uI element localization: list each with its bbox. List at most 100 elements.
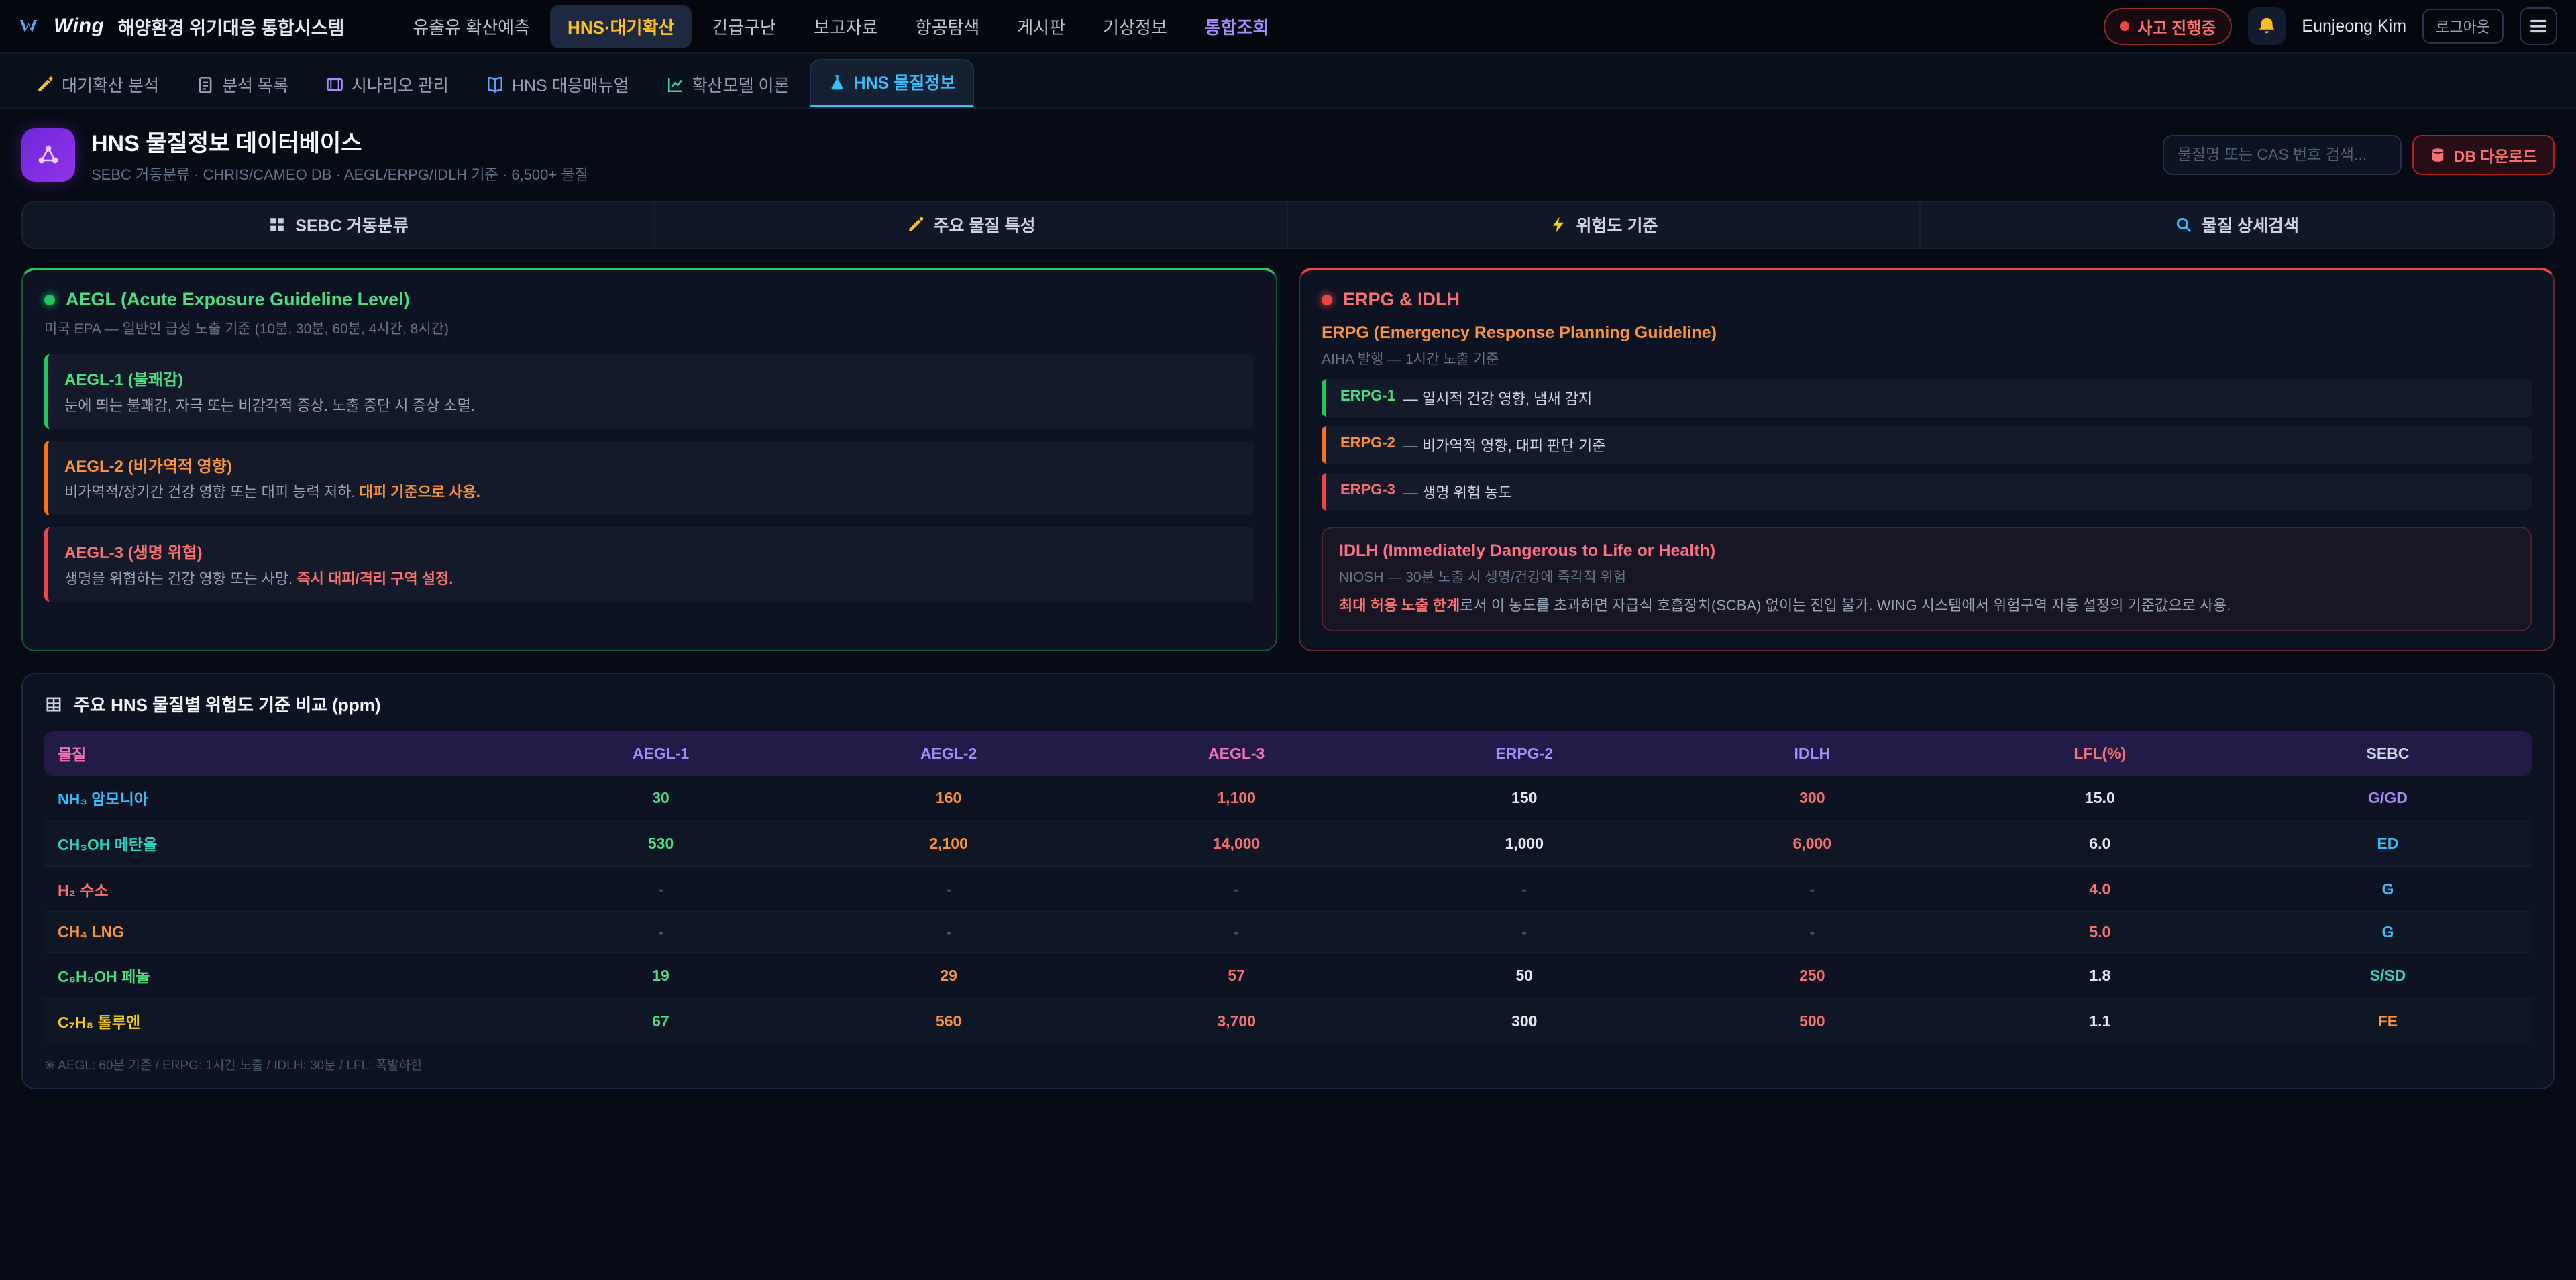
table-title: 주요 HNS 물질별 위험도 기준 비교 (ppm) <box>74 692 380 716</box>
aegl2-cell: - <box>805 867 1093 912</box>
lfl-cell: 6.0 <box>1956 821 2244 867</box>
molecule-icon <box>21 128 75 182</box>
aegl-panel: AEGL (Acute Exposure Guideline Level) 미국… <box>21 268 1277 651</box>
brand-logo[interactable]: Wing 해양환경 위기대응 통합시스템 <box>19 13 344 40</box>
idlh-info-box: IDLH (Immediately Dangerous to Life or H… <box>1322 527 2532 631</box>
lfl-cell: 1.8 <box>1956 953 2244 999</box>
tab-label: 확산모델 이론 <box>692 72 790 97</box>
sebc-cell: FE <box>2244 999 2532 1043</box>
table-header-row: 물질 AEGL-1 AEGL-2 AEGL-3 ERPG-2 IDLH LFL(… <box>44 731 2532 776</box>
tab-dispersion-analysis[interactable]: 대기확산 분석 <box>19 63 176 107</box>
substance-cell: CH₃OH 메탄올 <box>44 821 517 867</box>
nav-item-board[interactable]: 게시판 <box>1000 5 1083 48</box>
idlh-cell: 300 <box>1668 776 1956 821</box>
table-row-methanol: CH₃OH 메탄올 530 2,100 14,000 1,000 6,000 6… <box>44 821 2532 867</box>
tab-label: 대기확산 분석 <box>62 72 159 97</box>
aegl3-cell: 14,000 <box>1093 821 1381 867</box>
erpg-level-name: ERPG-1 <box>1340 387 1395 409</box>
erpg-level-desc: — 생명 위험 농도 <box>1403 481 1512 502</box>
tab-label: HNS 물질정보 <box>854 70 956 94</box>
section-tab-label: 위험도 기준 <box>1576 213 1658 237</box>
nav-item-aerial-search[interactable]: 항공탐색 <box>898 5 998 48</box>
table-footnote: ※ AEGL: 60분 기준 / ERPG: 1시간 노출 / IDLH: 30… <box>44 1055 2532 1073</box>
brand-name: Wing <box>54 15 104 38</box>
aegl-level-desc: 눈에 띄는 불쾌감, 자극 또는 비감각적 증상. 노출 중단 시 증상 소멸. <box>64 395 1238 417</box>
database-icon <box>2430 147 2446 163</box>
user-name: Eunjeong Kim <box>2302 17 2406 36</box>
tab-hns-response-manual[interactable]: HNS 대응매뉴얼 <box>469 63 647 107</box>
erpg-level-3-row: ERPG-3 — 생명 위험 농도 <box>1322 473 2532 511</box>
table-grid-icon <box>44 695 63 714</box>
nav-item-integrated-search[interactable]: 통합조회 <box>1187 5 1287 48</box>
section-tab-sebc-classification[interactable]: SEBC 거동분류 <box>23 202 655 248</box>
db-download-button[interactable]: DB 다운로드 <box>2412 135 2555 175</box>
aegl3-cell: 57 <box>1093 953 1381 999</box>
aegl1-cell: - <box>517 867 805 912</box>
bolt-icon <box>1550 216 1567 233</box>
sebc-cell: S/SD <box>2244 953 2532 999</box>
incident-status-badge[interactable]: 사고 진행중 <box>2104 8 2232 45</box>
col-aegl3: AEGL-3 <box>1093 731 1381 776</box>
col-idlh: IDLH <box>1668 731 1956 776</box>
col-erpg2: ERPG-2 <box>1381 731 1668 776</box>
db-download-label: DB 다운로드 <box>2454 144 2537 166</box>
section-tab-label: 물질 상세검색 <box>2202 213 2299 237</box>
erpg-level-1-row: ERPG-1 — 일시적 건강 영향, 냄새 감지 <box>1322 379 2532 417</box>
idlh-cell: 500 <box>1668 999 1956 1043</box>
col-lfl: LFL(%) <box>1956 731 2244 776</box>
tab-scenario-management[interactable]: 시나리오 관리 <box>309 63 466 107</box>
aegl1-cell: 67 <box>517 999 805 1043</box>
nav-item-oil-spill-prediction[interactable]: 유출유 확산예측 <box>395 5 547 48</box>
nav-item-emergency-rescue[interactable]: 긴급구난 <box>694 5 794 48</box>
flask-icon <box>828 73 846 91</box>
tab-label: HNS 대응매뉴얼 <box>512 72 629 97</box>
notification-bell-icon[interactable] <box>2248 7 2286 45</box>
nav-item-hns-air-dispersion[interactable]: HNS·대기확산 <box>550 5 692 48</box>
lfl-cell: 15.0 <box>1956 776 2244 821</box>
aegl-panel-title: AEGL (Acute Exposure Guideline Level) <box>44 289 1254 310</box>
top-navbar: Wing 해양환경 위기대응 통합시스템 유출유 확산예측 HNS·대기확산 긴… <box>0 0 2576 54</box>
tab-analysis-list[interactable]: 분석 목록 <box>179 63 306 107</box>
idlh-cell: 6,000 <box>1668 821 1956 867</box>
aegl-level-name: AEGL-3 (생명 위협) <box>64 539 1238 563</box>
nav-item-reports[interactable]: 보고자료 <box>796 5 896 48</box>
tab-dispersion-model-theory[interactable]: 확산모델 이론 <box>649 63 807 107</box>
section-tab-detail-search[interactable]: 물질 상세검색 <box>1921 202 2553 248</box>
hamburger-menu-icon[interactable] <box>2520 7 2557 45</box>
sebc-cell: G <box>2244 867 2532 912</box>
erpg2-cell: 1,000 <box>1381 821 1668 867</box>
section-tab-risk-criteria[interactable]: 위험도 기준 <box>1288 202 1921 248</box>
aegl-panel-subtitle: 미국 EPA — 일반인 급성 노출 기준 (10분, 30분, 60분, 4시… <box>44 318 1254 338</box>
table-title-row: 주요 HNS 물질별 위험도 기준 비교 (ppm) <box>44 692 2532 716</box>
logout-button[interactable]: 로그아웃 <box>2422 9 2504 44</box>
substance-cell: H₂ 수소 <box>44 867 517 912</box>
alert-dot-icon <box>2120 21 2129 31</box>
section-tab-substance-properties[interactable]: 주요 물질 특성 <box>655 202 1288 248</box>
system-title: 해양환경 위기대응 통합시스템 <box>117 13 344 40</box>
book-icon <box>486 76 504 93</box>
pencil-icon <box>907 216 924 233</box>
table-row-lng: CH₄ LNG - - - - - 5.0 G <box>44 912 2532 953</box>
table-row-ammonia: NH₃ 암모니아 30 160 1,100 150 300 15.0 G/GD <box>44 776 2532 821</box>
substance-search-input[interactable] <box>2163 135 2402 175</box>
erpg-title-text: ERPG & IDLH <box>1343 289 1460 310</box>
erpg2-cell: 150 <box>1381 776 1668 821</box>
main-nav: 유출유 확산예측 HNS·대기확산 긴급구난 보고자료 항공탐색 게시판 기상정… <box>395 5 1286 48</box>
page-title: HNS 물질정보 데이터베이스 <box>91 125 588 158</box>
col-sebc: SEBC <box>2244 731 2532 776</box>
aegl-level-1-card: AEGL-1 (불쾌감) 눈에 띄는 불쾌감, 자극 또는 비감각적 증상. 노… <box>44 354 1254 429</box>
tab-hns-substance-info[interactable]: HNS 물질정보 <box>810 59 975 107</box>
aegl2-cell: 2,100 <box>805 821 1093 867</box>
aegl-level-name: AEGL-2 (비가역적 영향) <box>64 453 1238 476</box>
aegl3-cell: - <box>1093 912 1381 953</box>
page-header: HNS 물질정보 데이터베이스 SEBC 거동분류 · CHRIS/CAMEO … <box>0 109 2576 198</box>
col-aegl2: AEGL-2 <box>805 731 1093 776</box>
erpg2-cell: - <box>1381 867 1668 912</box>
nav-item-weather-info[interactable]: 기상정보 <box>1085 5 1185 48</box>
aegl2-cell: 29 <box>805 953 1093 999</box>
aegl1-cell: - <box>517 912 805 953</box>
pencil-icon <box>36 76 54 93</box>
erpg-section-subtitle: AIHA 발행 — 1시간 노출 기준 <box>1322 348 2532 368</box>
erpg-idlh-panel: ERPG & IDLH ERPG (Emergency Response Pla… <box>1299 268 2555 651</box>
lfl-cell: 1.1 <box>1956 999 2244 1043</box>
